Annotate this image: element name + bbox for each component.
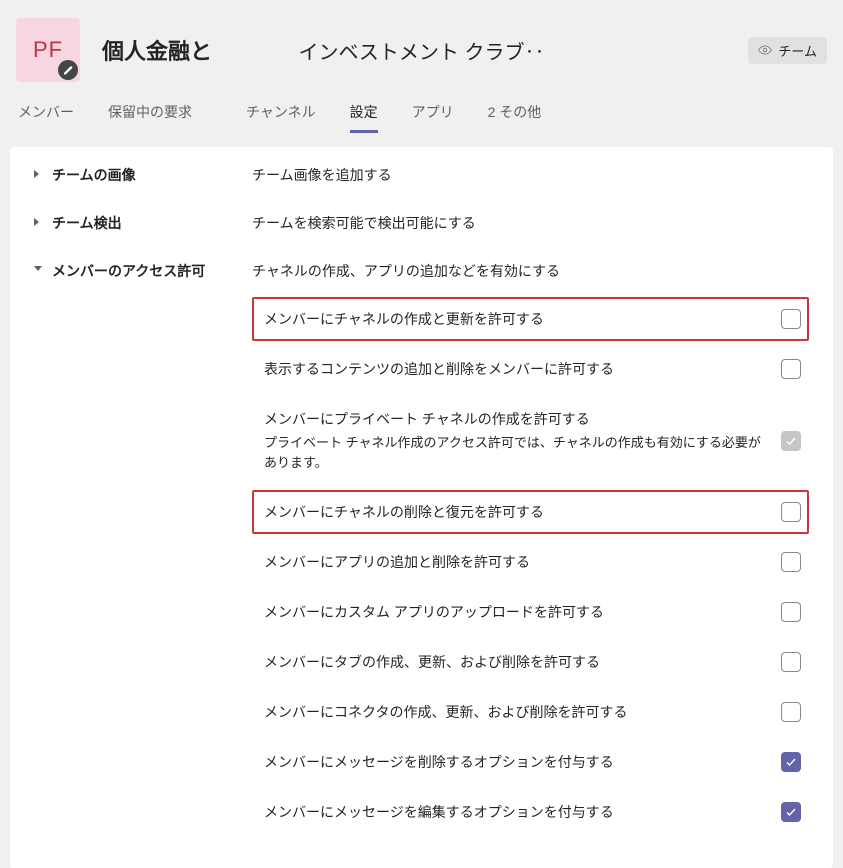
team-type-label: チーム — [778, 41, 817, 60]
section-desc-team-discovery: チームを検索可能で検出可能にする — [252, 213, 476, 233]
permission-row: メンバーにメッセージを削除するオプションを付与する — [252, 740, 809, 784]
permission-label: 表示するコンテンツの追加と削除をメンバーに許可する — [264, 359, 781, 379]
chevron-right-icon[interactable] — [34, 218, 39, 226]
chevron-down-icon[interactable] — [34, 266, 42, 271]
check-icon — [785, 435, 797, 447]
tab-apps[interactable]: アプリ — [412, 102, 454, 130]
tab-channels[interactable]: チャンネル — [246, 102, 316, 130]
section-team-image: チームの画像 チーム画像を追加する — [10, 151, 833, 199]
team-name: 個人金融と — [102, 34, 212, 66]
permission-row: メンバーにプライベート チャネルの作成を許可するプライベート チャネル作成のアク… — [252, 397, 809, 484]
section-title-permissions[interactable]: メンバーのアクセス許可 — [52, 261, 252, 281]
permission-label: メンバーにチャネルの作成と更新を許可する — [264, 309, 781, 329]
team-avatar[interactable]: PF — [16, 18, 80, 82]
permission-label: メンバーにチャネルの削除と復元を許可する — [264, 502, 781, 522]
permission-label: メンバーにコネクタの作成、更新、および削除を許可する — [264, 702, 781, 722]
tab-settings[interactable]: 設定 — [350, 102, 378, 133]
tab-members[interactable]: メンバー — [18, 102, 74, 130]
section-permissions: メンバーのアクセス許可 チャネルの作成、アプリの追加などを有効にする メンバーに… — [10, 247, 833, 848]
permission-row: メンバーにコネクタの作成、更新、および削除を許可する — [252, 690, 809, 734]
team-header: PF 個人金融と インベストメント クラブ‥ チーム — [0, 0, 843, 96]
permission-label-text: メンバーにチャネルの作成と更新を許可する — [264, 309, 769, 329]
permission-row: メンバーにチャネルの作成と更新を許可する — [252, 297, 809, 341]
edit-avatar-button[interactable] — [58, 60, 78, 80]
team-type-pill[interactable]: チーム — [748, 37, 827, 64]
settings-panel: チームの画像 チーム画像を追加する チーム検出 チームを検索可能で検出可能にする… — [10, 147, 833, 868]
tabs: メンバー 保留中の要求 チャンネル 設定 アプリ 2 その他 — [0, 102, 843, 133]
permission-label-text: メンバーにチャネルの削除と復元を許可する — [264, 502, 769, 522]
permission-label: メンバーにタブの作成、更新、および削除を許可する — [264, 652, 781, 672]
section-team-discovery: チーム検出 チームを検索可能で検出可能にする — [10, 199, 833, 247]
permission-label-text: メンバーにアプリの追加と削除を許可する — [264, 552, 769, 572]
tab-pending[interactable]: 保留中の要求 — [108, 102, 192, 130]
permission-label-text: メンバーにコネクタの作成、更新、および削除を許可する — [264, 702, 769, 722]
avatar-initials: PF — [33, 37, 63, 63]
permission-label: メンバーにアプリの追加と削除を許可する — [264, 552, 781, 572]
permission-label-text: 表示するコンテンツの追加と削除をメンバーに許可する — [264, 359, 769, 379]
checkbox[interactable] — [781, 309, 801, 329]
tab-more[interactable]: 2 その他 — [488, 102, 542, 130]
permission-row: メンバーにチャネルの削除と復元を許可する — [252, 490, 809, 534]
permission-label-text: メンバーにカスタム アプリのアップロードを許可する — [264, 602, 769, 622]
checkbox[interactable] — [781, 652, 801, 672]
permission-row: メンバーにタブの作成、更新、および削除を許可する — [252, 640, 809, 684]
checkbox[interactable] — [781, 552, 801, 572]
checkbox[interactable] — [781, 752, 801, 772]
check-icon — [785, 756, 797, 768]
checkbox[interactable] — [781, 359, 801, 379]
permission-label-text: メンバーにタブの作成、更新、および削除を許可する — [264, 652, 769, 672]
permission-label-text: メンバーにメッセージを削除するオプションを付与する — [264, 752, 769, 772]
checkbox[interactable] — [781, 702, 801, 722]
permission-row: メンバーにメッセージを編集するオプションを付与する — [252, 790, 809, 834]
permissions-desc: チャネルの作成、アプリの追加などを有効にする — [252, 261, 809, 281]
permissions-body: チャネルの作成、アプリの追加などを有効にする メンバーにチャネルの作成と更新を許… — [252, 261, 809, 834]
permission-row: メンバーにカスタム アプリのアップロードを許可する — [252, 590, 809, 634]
checkbox[interactable] — [781, 802, 801, 822]
eye-icon — [758, 43, 772, 57]
section-desc-team-image: チーム画像を追加する — [252, 165, 392, 185]
permission-label: メンバーにプライベート チャネルの作成を許可するプライベート チャネル作成のアク… — [264, 409, 781, 472]
section-title-team-discovery[interactable]: チーム検出 — [52, 213, 252, 233]
checkbox — [781, 431, 801, 451]
permission-sublabel: プライベート チャネル作成のアクセス許可では、チャネルの作成も有効にする必要があ… — [264, 433, 769, 472]
permission-label: メンバーにメッセージを編集するオプションを付与する — [264, 802, 781, 822]
pencil-icon — [63, 65, 74, 76]
check-icon — [785, 806, 797, 818]
permission-label-text: メンバーにメッセージを編集するオプションを付与する — [264, 802, 769, 822]
permission-row: 表示するコンテンツの追加と削除をメンバーに許可する — [252, 347, 809, 391]
checkbox[interactable] — [781, 502, 801, 522]
permission-label: メンバーにカスタム アプリのアップロードを許可する — [264, 602, 781, 622]
chevron-right-icon[interactable] — [34, 170, 39, 178]
team-subtitle: インベストメント クラブ‥ — [299, 36, 545, 65]
section-title-team-image[interactable]: チームの画像 — [52, 165, 252, 185]
permission-label-text: メンバーにプライベート チャネルの作成を許可する — [264, 409, 769, 429]
permission-label: メンバーにメッセージを削除するオプションを付与する — [264, 752, 781, 772]
checkbox[interactable] — [781, 602, 801, 622]
permission-row: メンバーにアプリの追加と削除を許可する — [252, 540, 809, 584]
